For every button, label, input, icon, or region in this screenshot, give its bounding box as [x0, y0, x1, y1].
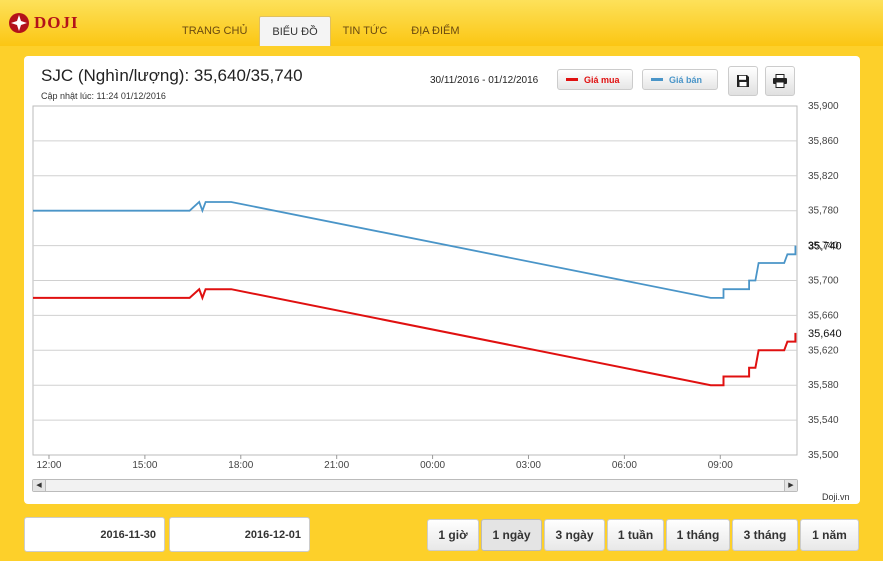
y-tick-label: 35,780	[808, 206, 839, 217]
x-tick-label: 00:00	[420, 460, 445, 471]
x-tick-label: 09:00	[708, 460, 733, 471]
x-tick-label: 15:00	[132, 460, 157, 471]
to-date-field[interactable]: 2016-12-01	[169, 517, 310, 552]
range-1-month-button[interactable]: 1 tháng	[666, 519, 730, 551]
from-date-field[interactable]: 2016-11-30	[24, 517, 165, 552]
range-1-week-button[interactable]: 1 tuần	[607, 519, 664, 551]
y-tick-label: 35,500	[808, 450, 839, 461]
range-1-hour-button[interactable]: 1 giờ	[427, 519, 479, 551]
range-3-month-button[interactable]: 3 tháng	[732, 519, 798, 551]
x-tick-label: 21:00	[324, 460, 349, 471]
y-tick-label: 35,860	[808, 136, 839, 147]
range-3-day-button[interactable]: 3 ngày	[544, 519, 605, 551]
y-tick-label: 35,700	[808, 276, 839, 287]
x-tick-label: 06:00	[612, 460, 637, 471]
y-tick-label: 35,660	[808, 310, 839, 321]
price-chart: 35,500 35,540 35,580 35,620 35,660 35,700 35,7…	[32, 101, 842, 471]
range-buttons: 1 giờ 1 ngày 3 ngày 1 tuần 1 tháng 3 thá…	[427, 519, 861, 551]
credit-text: Doji.vn	[822, 492, 850, 502]
range-1-day-button[interactable]: 1 ngày	[481, 519, 542, 551]
y-tick-label: 35,620	[808, 345, 839, 356]
y-tick-label: 35,820	[808, 171, 839, 182]
sell-last-value-label: 35,740	[808, 241, 842, 253]
scroll-right-arrow-icon[interactable]: ▶	[784, 480, 797, 491]
buy-last-value-label: 35,640	[808, 328, 842, 340]
y-tick-label: 35,540	[808, 415, 839, 426]
x-tick-label: 12:00	[36, 460, 61, 471]
chart-scrollbar[interactable]: ◀ ▶	[32, 479, 798, 492]
y-tick-label: 35,580	[808, 380, 839, 391]
x-tick-label: 03:00	[516, 460, 541, 471]
scroll-left-arrow-icon[interactable]: ◀	[33, 480, 46, 491]
range-1-year-button[interactable]: 1 năm	[800, 519, 859, 551]
x-tick-label: 18:00	[228, 460, 253, 471]
y-tick-label: 35,900	[808, 101, 839, 112]
